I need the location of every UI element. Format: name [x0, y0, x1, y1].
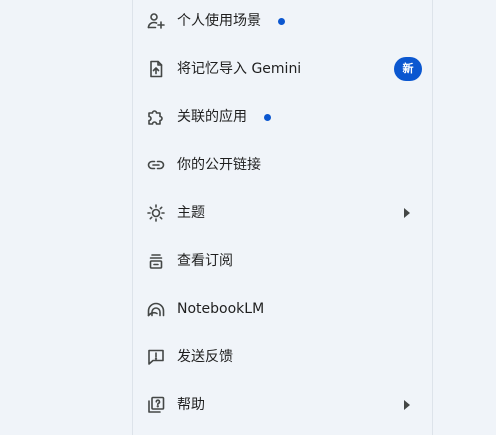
menu-item-label: 查看订阅 [177, 253, 233, 269]
puzzle-icon [146, 107, 166, 127]
menu-item-help[interactable]: 帮助 [133, 381, 432, 429]
subscription-icon [146, 251, 166, 271]
notification-dot [278, 18, 285, 25]
new-badge: 新 [394, 57, 422, 81]
menu-item-label: 你的公开链接 [177, 157, 261, 173]
link-icon [146, 155, 166, 175]
notification-dot [264, 114, 271, 121]
menu-item-label: 关联的应用 [177, 109, 247, 125]
menu-item-feedback[interactable]: 发送反馈 [133, 333, 432, 381]
file-upload-icon [146, 59, 166, 79]
menu-item-import-memory[interactable]: 将记忆导入 Gemini 新 [133, 45, 432, 93]
settings-menu: 个人使用场景 将记忆导入 Gemini 新 关联的应用 你的公开链接 主题 查看… [132, 0, 433, 435]
chevron-right-icon [404, 208, 410, 218]
chevron-right-icon [404, 400, 410, 410]
help-icon [146, 395, 166, 415]
menu-item-public-links[interactable]: 你的公开链接 [133, 141, 432, 189]
menu-item-notebooklm[interactable]: NotebookLM [133, 285, 432, 333]
feedback-icon [146, 347, 166, 367]
theme-sun-icon [146, 203, 166, 223]
notebooklm-icon [146, 299, 166, 319]
menu-item-personal-context[interactable]: 个人使用场景 [133, 0, 432, 45]
menu-item-theme[interactable]: 主题 [133, 189, 432, 237]
person-spark-icon [146, 11, 166, 31]
menu-item-subscriptions[interactable]: 查看订阅 [133, 237, 432, 285]
menu-item-label: 将记忆导入 Gemini [177, 61, 302, 77]
menu-item-connected-apps[interactable]: 关联的应用 [133, 93, 432, 141]
menu-item-label: 个人使用场景 [177, 13, 261, 29]
menu-item-label: NotebookLM [177, 301, 265, 317]
menu-item-label: 发送反馈 [177, 349, 233, 365]
menu-item-label: 帮助 [177, 397, 205, 413]
menu-item-label: 主题 [177, 205, 205, 221]
